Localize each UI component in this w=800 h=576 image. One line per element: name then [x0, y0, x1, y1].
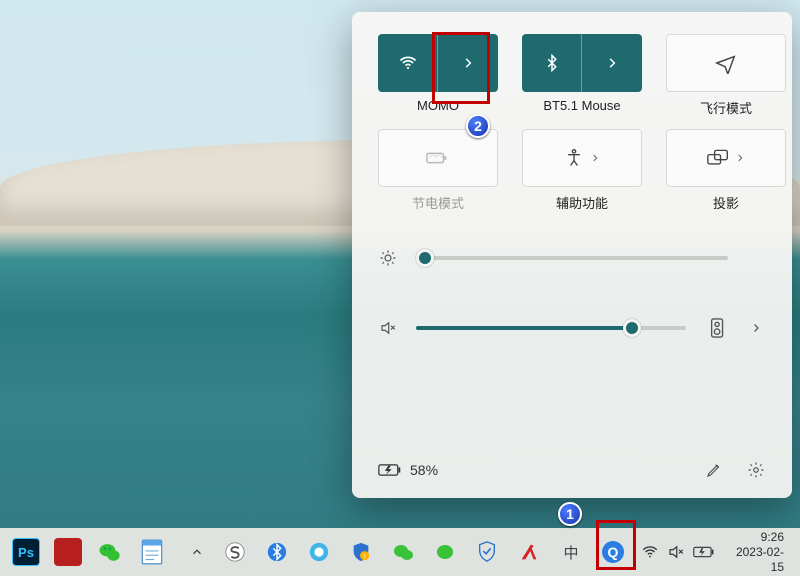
bluetooth-icon — [543, 54, 561, 72]
clock-time: 9:26 — [735, 530, 784, 545]
audio-output-expand[interactable] — [746, 318, 766, 338]
volume-slider[interactable] — [416, 326, 686, 330]
wifi-icon — [641, 543, 659, 561]
bluetooth-tile-label: BT5.1 Mouse — [543, 98, 620, 113]
battery-charging-icon — [693, 545, 715, 559]
bluetooth-expand-button[interactable] — [582, 34, 642, 92]
chevron-right-icon — [590, 153, 600, 163]
tray-icon-sogou[interactable] — [215, 532, 255, 572]
chevron-right-icon — [605, 56, 619, 70]
brightness-slider[interactable] — [416, 256, 728, 260]
project-tile[interactable] — [666, 129, 786, 187]
taskbar-app-wechat[interactable] — [90, 532, 130, 572]
tray-ime-indicator[interactable]: 中 — [551, 532, 591, 572]
airplane-tile-label: 飞行模式 — [700, 98, 752, 117]
quick-settings-panel: MOMO BT5.1 Mouse — [352, 12, 792, 498]
taskbar[interactable]: Ps ! 中 Q 9:26 2023-02-15 — [0, 528, 800, 576]
tray-icon-chat[interactable] — [299, 532, 339, 572]
system-tray-network-zone[interactable] — [633, 539, 723, 565]
bluetooth-tile[interactable] — [522, 34, 642, 92]
chevron-right-icon — [735, 153, 745, 163]
battery-saver-tile-label: 节电模式 — [412, 193, 464, 212]
tray-icon-green2[interactable] — [425, 532, 465, 572]
battery-saver-tile[interactable] — [378, 129, 498, 187]
svg-text:Q: Q — [608, 544, 619, 560]
audio-output-icon[interactable] — [708, 318, 728, 338]
project-tile-label: 投影 — [713, 193, 739, 212]
wifi-toggle[interactable] — [378, 34, 438, 92]
edit-quick-settings-button[interactable] — [704, 460, 724, 480]
battery-charging-icon — [378, 462, 402, 478]
volume-mute-icon[interactable] — [378, 318, 398, 338]
wifi-expand-button[interactable] — [438, 34, 498, 92]
tray-icon-shield-blue[interactable] — [467, 532, 507, 572]
wifi-tile[interactable] — [378, 34, 498, 92]
taskbar-clock[interactable]: 9:26 2023-02-15 — [735, 530, 788, 575]
battery-status[interactable]: 58% — [378, 462, 438, 478]
clock-date: 2023-02-15 — [735, 545, 784, 575]
taskbar-app-notepad[interactable] — [132, 532, 172, 572]
airplane-icon — [715, 52, 737, 74]
battery-percent: 58% — [410, 462, 438, 478]
tray-icon-wechat-green[interactable] — [383, 532, 423, 572]
wifi-icon — [398, 53, 418, 73]
airplane-tile[interactable] — [666, 34, 786, 92]
taskbar-app-photoshop[interactable]: Ps — [6, 532, 46, 572]
taskbar-overflow-chevron[interactable] — [178, 532, 215, 572]
project-icon — [707, 149, 729, 167]
tray-icon-security[interactable]: ! — [341, 532, 381, 572]
bluetooth-toggle[interactable] — [522, 34, 582, 92]
tray-icon-bluetooth[interactable] — [257, 532, 297, 572]
accessibility-tile-label: 辅助功能 — [556, 193, 608, 212]
taskbar-app-grid[interactable] — [48, 532, 88, 572]
volume-slider-row — [378, 318, 766, 338]
battery-saver-icon — [426, 148, 450, 168]
chevron-right-icon — [461, 56, 475, 70]
brightness-slider-row — [378, 248, 766, 268]
wifi-tile-label: MOMO — [417, 98, 459, 113]
brightness-icon — [378, 248, 398, 268]
settings-button[interactable] — [746, 460, 766, 480]
accessibility-icon — [564, 148, 584, 168]
tray-icon-red-streak[interactable] — [509, 532, 549, 572]
svg-text:!: ! — [364, 553, 366, 560]
volume-mute-icon — [667, 543, 685, 561]
accessibility-tile[interactable] — [522, 129, 642, 187]
tray-icon-q[interactable]: Q — [593, 532, 633, 572]
